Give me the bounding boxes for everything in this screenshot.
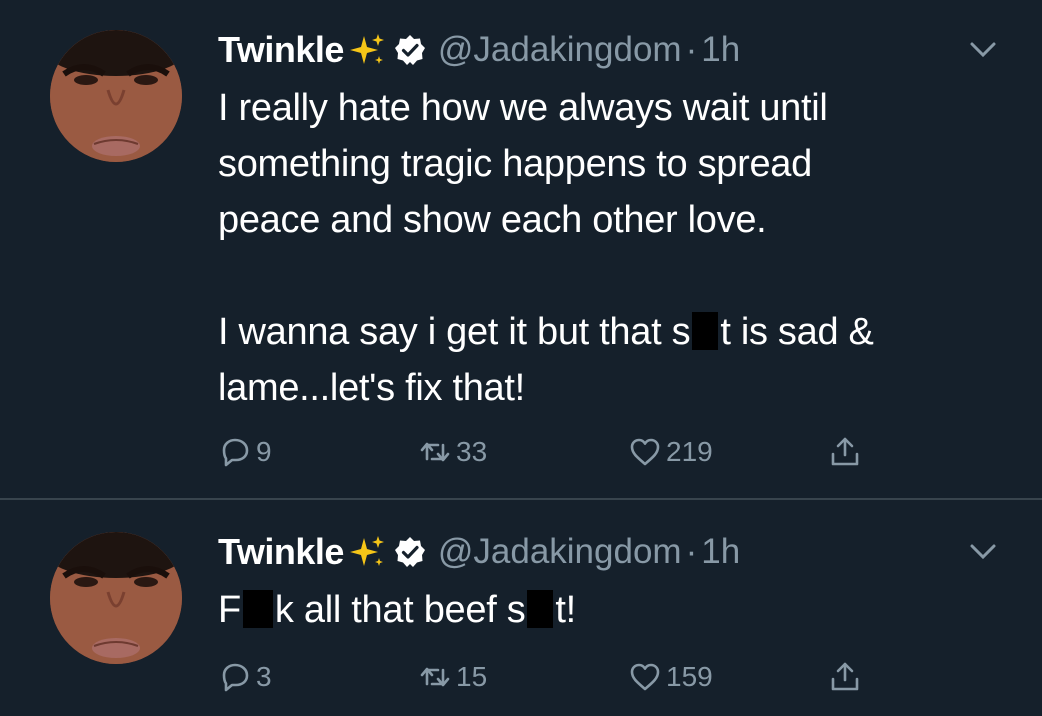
share-icon — [831, 437, 859, 466]
like-count: 159 — [666, 661, 713, 692]
display-name[interactable]: Twinkle — [218, 531, 344, 573]
heart-icon — [630, 438, 660, 466]
like-button[interactable]: 159 — [628, 657, 713, 697]
tweet-text: I really hate how we always wait until s… — [218, 80, 1008, 416]
tweet-text-line: lame...let's fix that! — [218, 367, 525, 409]
retweet-button[interactable]: 15 — [418, 657, 487, 697]
sparkles-icon — [349, 536, 384, 566]
censor-bar — [527, 590, 554, 628]
tweet-text-line: something tragic happens to spread — [218, 143, 812, 185]
text-segment: t! — [555, 589, 576, 631]
tweet-text-line: Fk all that beef s t! — [218, 582, 1008, 638]
verified-badge-icon — [394, 35, 425, 65]
text-segment: k all that beef s — [274, 589, 526, 631]
handle[interactable]: @Jadakingdom — [438, 30, 682, 70]
censor-bar — [242, 590, 273, 628]
reply-count: 9 — [256, 436, 272, 467]
share-button[interactable] — [828, 657, 862, 697]
like-count: 219 — [666, 436, 713, 467]
avatar[interactable] — [50, 532, 182, 664]
chevron-down-icon[interactable] — [968, 542, 998, 562]
avatar-portrait — [50, 30, 182, 162]
share-icon — [831, 662, 859, 691]
retweet-button[interactable]: 33 — [418, 432, 487, 472]
tweet-header: Twinkle @Jadakingdom · 1h — [218, 530, 740, 574]
chevron-down-icon[interactable] — [968, 40, 998, 60]
avatar[interactable] — [50, 30, 182, 162]
text-segment: I wanna say i get it but that s — [218, 311, 691, 353]
retweet-count: 33 — [456, 436, 488, 467]
reply-button[interactable]: 9 — [218, 432, 272, 472]
timeline: Twinkle @Jadakingdom · 1h I really hate … — [0, 0, 1042, 716]
text-segment: F — [218, 589, 241, 631]
text-segment: t is sad & — [720, 311, 874, 353]
reply-icon — [222, 663, 249, 692]
retweet-count: 15 — [456, 661, 488, 692]
tweet-header: Twinkle @Jadakingdom · 1h — [218, 28, 740, 72]
tweet-text-line: I really hate how we always wait until — [218, 87, 828, 129]
sparkles-icon — [349, 34, 384, 64]
tweet[interactable]: Twinkle @Jadakingdom · 1h Fk all that be… — [0, 502, 1042, 716]
handle[interactable]: @Jadakingdom — [438, 532, 682, 572]
verified-badge-icon — [394, 537, 425, 567]
avatar-portrait — [50, 532, 182, 664]
tweet[interactable]: Twinkle @Jadakingdom · 1h I really hate … — [0, 0, 1042, 500]
display-name[interactable]: Twinkle — [218, 29, 344, 71]
timestamp[interactable]: 1h — [701, 30, 740, 70]
tweet-text-line: I wanna say i get it but that s t is sad … — [218, 304, 1008, 360]
like-button[interactable]: 219 — [628, 432, 713, 472]
separator-dot: · — [685, 532, 698, 571]
separator-dot: · — [685, 30, 698, 69]
tweet-actions: 3 15 159 — [218, 657, 898, 697]
tweet-text-line: peace and show each other love. — [218, 199, 767, 241]
share-button[interactable] — [828, 432, 862, 472]
reply-count: 3 — [256, 661, 272, 692]
timestamp[interactable]: 1h — [701, 532, 740, 572]
reply-button[interactable]: 3 — [218, 657, 272, 697]
tweet-text: Fk all that beef s t! — [218, 582, 1008, 638]
tweet-actions: 9 33 219 — [218, 432, 898, 472]
heart-icon — [630, 663, 660, 691]
reply-icon — [222, 438, 249, 467]
retweet-icon — [420, 442, 450, 462]
retweet-icon — [420, 667, 450, 687]
censor-bar — [692, 312, 719, 350]
